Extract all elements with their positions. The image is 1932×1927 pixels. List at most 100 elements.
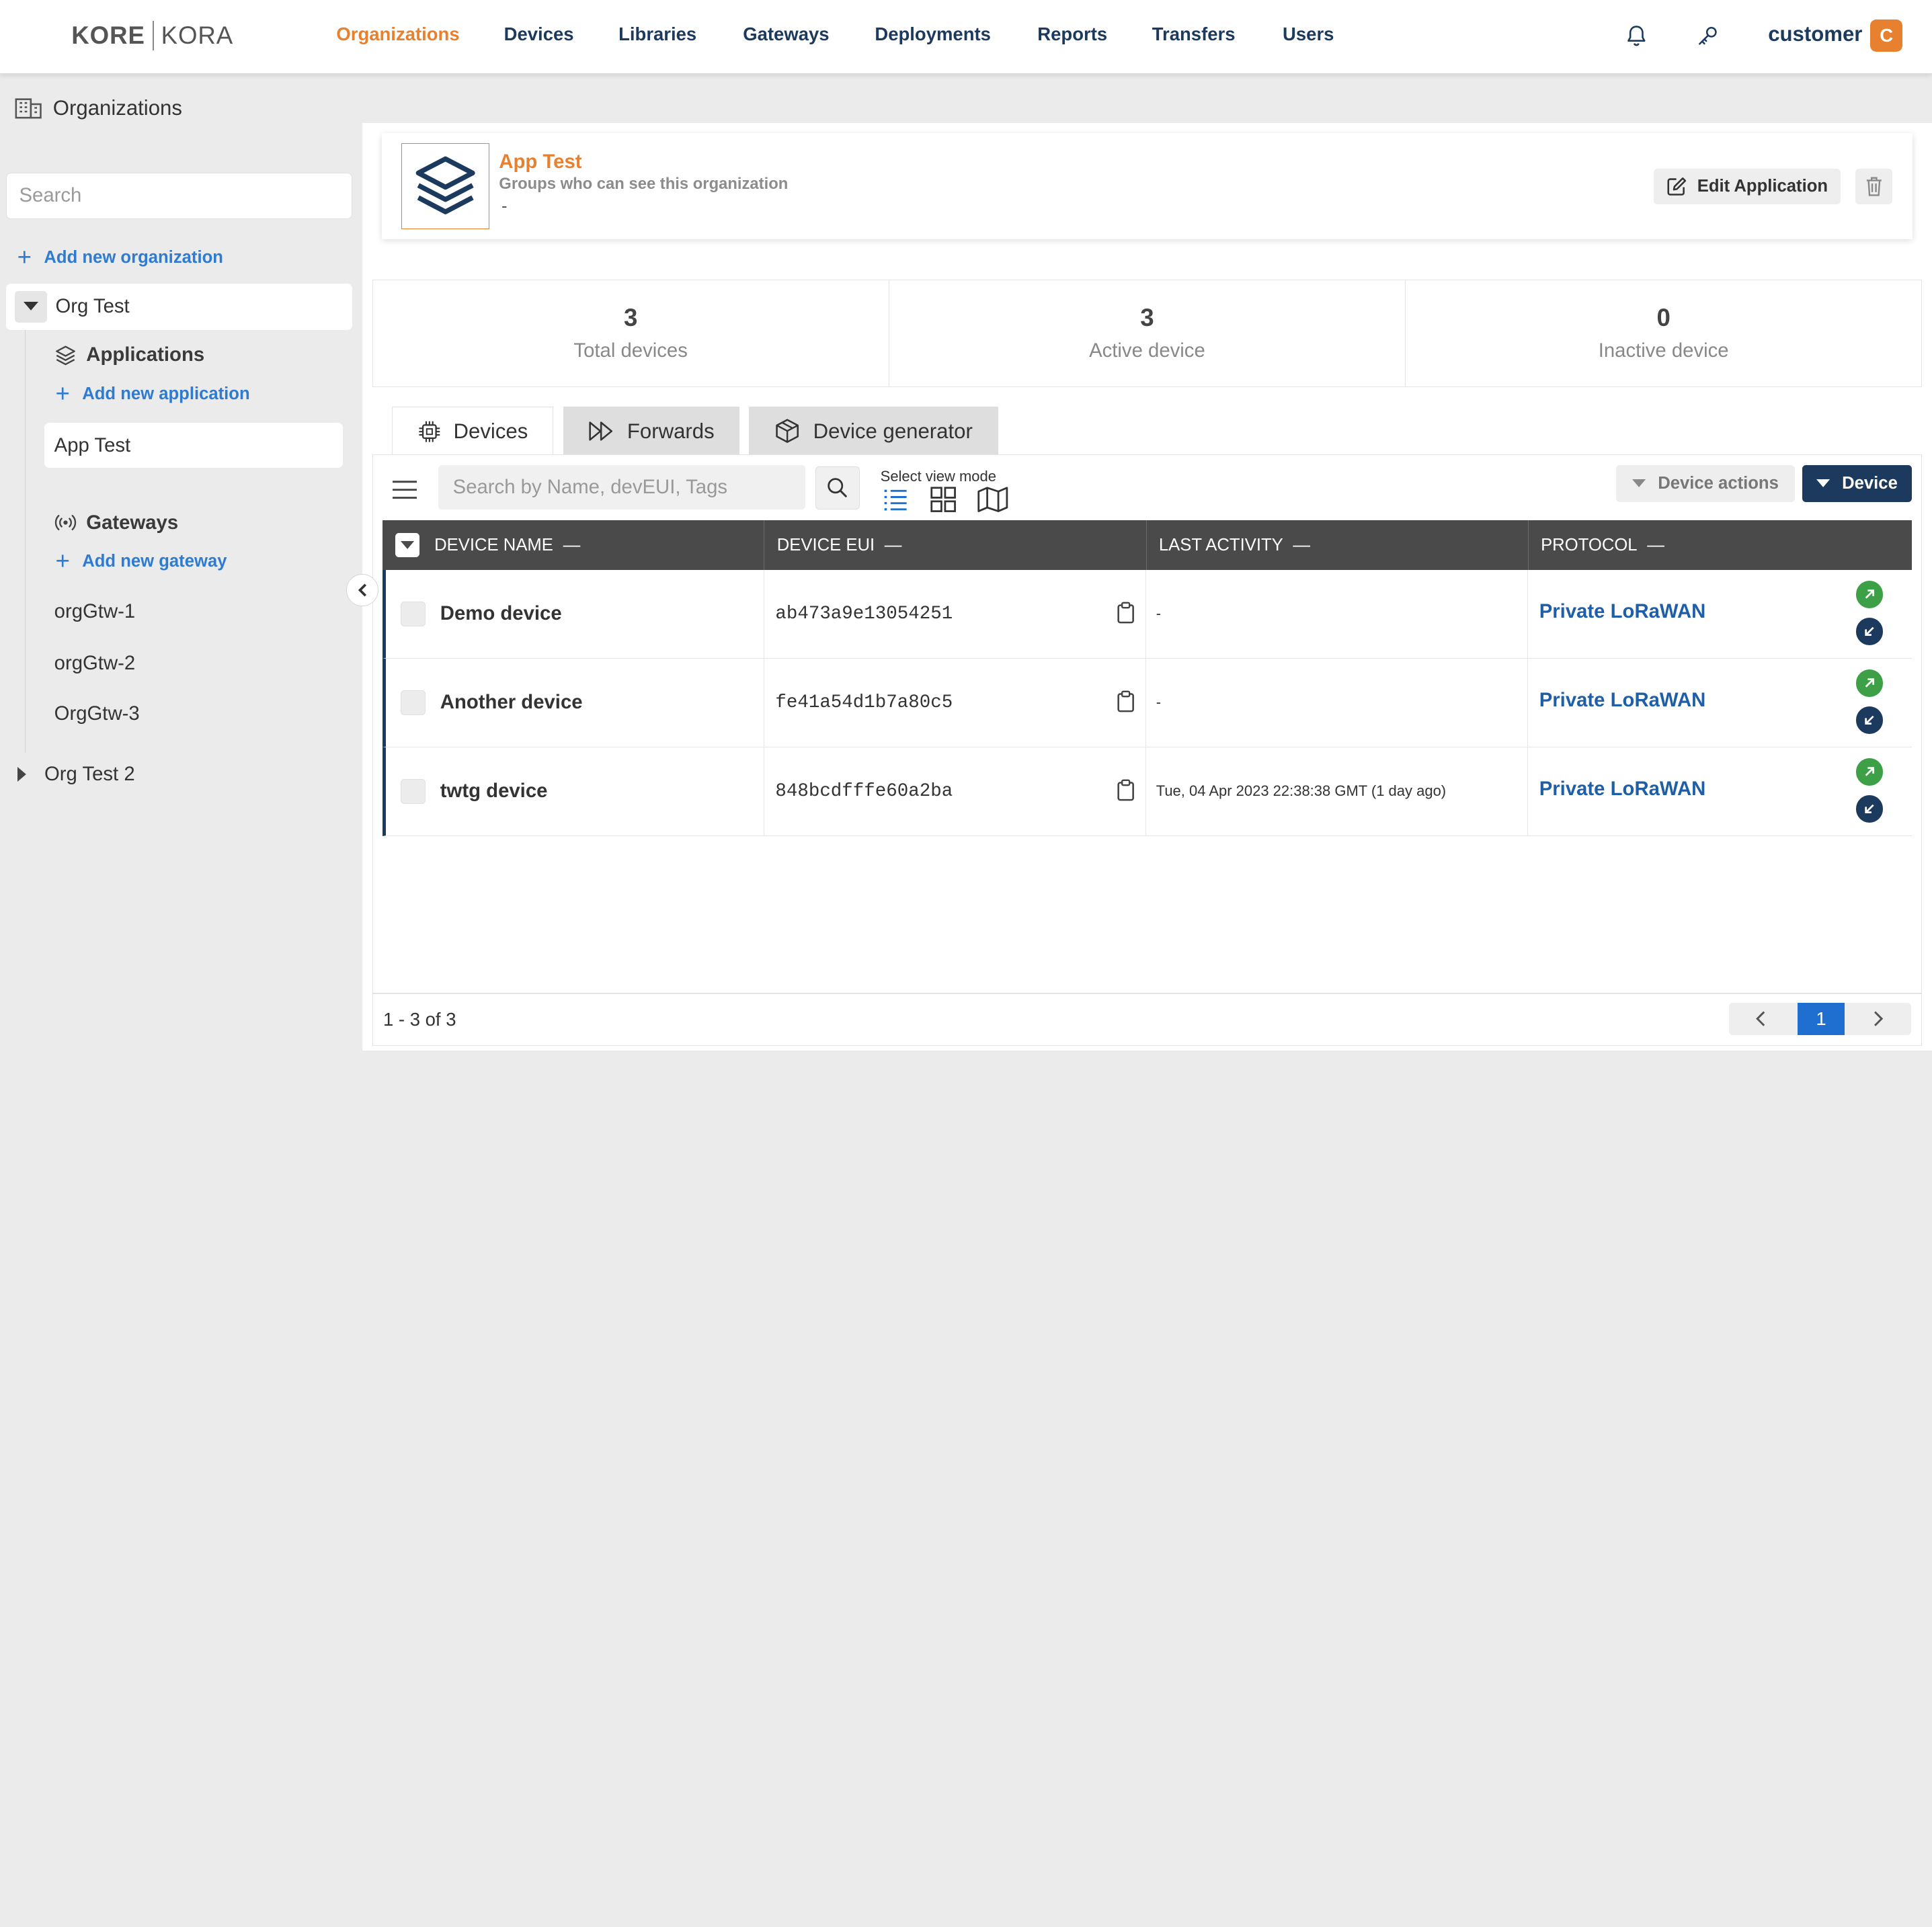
column-dash: —	[884, 535, 902, 555]
column-device-name[interactable]: DEVICE NAME —	[383, 520, 765, 570]
edit-application-button[interactable]: Edit Application	[1653, 169, 1841, 205]
table-row[interactable]: twtg device 848bcdfffe60a2ba Tue, 04 Apr…	[383, 747, 1912, 836]
building-icon	[15, 98, 42, 119]
add-device-label: Device	[1842, 473, 1898, 493]
column-label: DEVICE NAME	[434, 535, 553, 555]
uplink-icon[interactable]	[1855, 669, 1884, 697]
row-checkbox[interactable]	[401, 690, 426, 715]
map-view-icon[interactable]	[977, 486, 1009, 513]
column-protocol[interactable]: PROTOCOL —	[1529, 520, 1912, 569]
sidebar-search-input[interactable]	[6, 172, 353, 220]
caret-down-icon[interactable]	[14, 290, 47, 323]
clipboard-icon[interactable]	[1116, 779, 1135, 801]
protocol-link[interactable]: Private LoRaWAN	[1539, 600, 1706, 623]
tab-devices[interactable]: Devices	[391, 406, 553, 456]
cell-eui: 848bcdfffe60a2ba	[764, 747, 1147, 835]
device-name[interactable]: twtg device	[440, 780, 548, 803]
row-checkbox[interactable]	[401, 778, 426, 804]
tab-devices-label: Devices	[453, 419, 528, 443]
last-activity: Tue, 04 Apr 2023 22:38:38 GMT (1 day ago…	[1156, 782, 1447, 800]
sidebar-item-gateway[interactable]: OrgGtw-3	[54, 702, 140, 725]
gateways-heading: Gateways	[54, 511, 178, 534]
protocol-link[interactable]: Private LoRaWAN	[1539, 689, 1706, 712]
layers-icon	[415, 156, 475, 214]
menu-icon[interactable]	[392, 480, 417, 499]
column-label: DEVICE EUI	[776, 535, 875, 555]
nav-users[interactable]: Users	[1283, 24, 1334, 45]
cell-activity: -	[1146, 658, 1529, 747]
brand-separator	[152, 21, 154, 51]
device-actions-button[interactable]: Device actions	[1615, 464, 1795, 502]
caret-down-icon	[1632, 479, 1646, 487]
box-icon	[776, 419, 799, 444]
nav-deployments[interactable]: Deployments	[875, 24, 991, 45]
user-name[interactable]: customer	[1768, 22, 1862, 46]
tab-forwards-label: Forwards	[627, 419, 715, 443]
column-label: PROTOCOL	[1541, 535, 1638, 555]
search-icon	[828, 478, 847, 498]
last-activity: -	[1156, 694, 1162, 711]
caret-right-icon[interactable]	[17, 766, 28, 782]
column-last-activity[interactable]: LAST ACTIVITY —	[1147, 520, 1529, 570]
device-name[interactable]: Another device	[440, 691, 583, 714]
nav-devices[interactable]: Devices	[504, 24, 574, 45]
nav-gateways[interactable]: Gateways	[743, 24, 829, 45]
sidebar-item-gateway[interactable]: orgGtw-1	[54, 600, 136, 623]
collapse-sidebar-button[interactable]	[346, 574, 378, 606]
device-eui: ab473a9e13054251	[775, 603, 953, 624]
device-eui: 848bcdfffe60a2ba	[775, 780, 953, 802]
org-label: Org Test	[55, 295, 130, 318]
application-logo	[401, 142, 489, 229]
delete-application-button[interactable]	[1855, 169, 1893, 205]
device-stats: 3 Total devices 3 Active device 0 Inacti…	[372, 280, 1923, 387]
row-checkbox[interactable]	[401, 601, 426, 626]
add-gateway-link[interactable]: + Add new gateway	[55, 549, 227, 574]
bell-icon[interactable]	[1624, 24, 1649, 48]
sidebar-item-app-test[interactable]: App Test	[44, 422, 343, 468]
clipboard-icon[interactable]	[1116, 690, 1135, 712]
uplink-icon[interactable]	[1855, 581, 1884, 608]
table-row[interactable]: Demo device ab473a9e13054251 - Private L…	[383, 569, 1912, 659]
avatar[interactable]: C	[1870, 19, 1902, 52]
chevron-left-icon[interactable]	[1751, 1009, 1771, 1028]
nav-libraries[interactable]: Libraries	[618, 24, 696, 45]
nav-reports[interactable]: Reports	[1037, 24, 1107, 45]
stat-value: 3	[1140, 304, 1154, 332]
downlink-icon[interactable]	[1855, 618, 1884, 645]
footer-divider	[372, 993, 1923, 995]
add-device-button[interactable]: Device	[1802, 464, 1912, 502]
clipboard-icon[interactable]	[1116, 602, 1135, 624]
downlink-icon[interactable]	[1855, 795, 1884, 823]
add-application-label: Add new application	[82, 384, 250, 404]
brand-logo[interactable]: KORE KORA	[71, 19, 233, 52]
plus-icon: +	[17, 243, 32, 271]
search-button[interactable]	[815, 466, 860, 509]
table-row[interactable]: Another device fe41a54d1b7a80c5 - Privat…	[383, 658, 1912, 747]
select-all-checkbox[interactable]	[395, 532, 420, 558]
table-header: DEVICE NAME — DEVICE EUI — LAST ACTIVITY…	[383, 520, 1912, 570]
cell-activity: -	[1146, 569, 1529, 658]
nav-organizations[interactable]: Organizations	[336, 24, 459, 45]
tab-forwards[interactable]: Forwards	[563, 406, 739, 456]
chevron-right-icon[interactable]	[1868, 1009, 1888, 1028]
applications-label: Applications	[86, 343, 205, 366]
sidebar-item-org-test[interactable]: Org Test	[6, 283, 353, 331]
grid-view-icon[interactable]	[930, 486, 957, 513]
add-organization-link[interactable]: + Add new organization	[17, 245, 223, 270]
list-view-icon[interactable]	[882, 486, 909, 513]
column-device-eui[interactable]: DEVICE EUI —	[764, 520, 1147, 570]
sidebar-item-org-test-2[interactable]: Org Test 2	[17, 763, 135, 786]
edit-icon	[1667, 177, 1687, 196]
device-search-input[interactable]	[438, 464, 805, 509]
tab-device-generator[interactable]: Device generator	[749, 406, 998, 456]
nav-transfers[interactable]: Transfers	[1152, 24, 1236, 45]
uplink-icon[interactable]	[1855, 758, 1884, 786]
page-number-button[interactable]: 1	[1798, 1002, 1845, 1035]
add-application-link[interactable]: + Add new application	[55, 381, 250, 407]
key-icon[interactable]	[1695, 24, 1720, 48]
device-name[interactable]: Demo device	[440, 602, 562, 625]
column-label: LAST ACTIVITY	[1158, 535, 1283, 555]
protocol-link[interactable]: Private LoRaWAN	[1539, 778, 1706, 801]
downlink-icon[interactable]	[1855, 706, 1884, 734]
sidebar-item-gateway[interactable]: orgGtw-2	[54, 652, 136, 675]
